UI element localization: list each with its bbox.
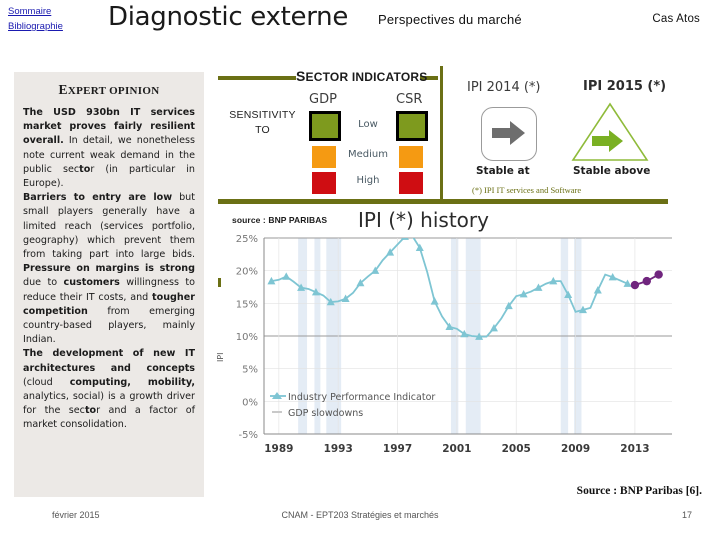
sector-divider-vertical bbox=[440, 66, 443, 200]
svg-text:2005: 2005 bbox=[502, 443, 531, 455]
svg-text:GDP slowdowns: GDP slowdowns bbox=[288, 408, 363, 419]
svg-text:10%: 10% bbox=[236, 332, 258, 343]
expert-opinion-body: The USD 930bn IT services market proves … bbox=[23, 106, 195, 433]
indicator-column-header-gdp: GDP bbox=[309, 92, 337, 107]
svg-text:1989: 1989 bbox=[264, 443, 293, 455]
gdp-swatch-low[interactable] bbox=[309, 111, 341, 141]
sensitivity-label-line1: SENSITIVITY bbox=[229, 109, 296, 121]
expert-opinion-panel: EXPERT OPINION The USD 930bn IT services… bbox=[14, 72, 204, 497]
expert-opinion-paragraph: Barriers to entry are low but small play… bbox=[23, 192, 195, 346]
sector-heading-initial: S bbox=[296, 68, 306, 84]
csr-swatch-medium[interactable] bbox=[399, 146, 423, 168]
svg-text:15%: 15% bbox=[236, 299, 258, 310]
ipi-footnote: (*) IPI IT services and Software bbox=[472, 185, 582, 195]
svg-text:-5%: -5% bbox=[239, 430, 258, 441]
svg-text:1997: 1997 bbox=[383, 443, 412, 455]
arrow-right-gray-icon bbox=[492, 121, 525, 145]
nav-link-sommaire[interactable]: Sommaire bbox=[8, 4, 98, 19]
expert-opinion-paragraph: The USD 930bn IT services market proves … bbox=[23, 107, 196, 190]
sensitivity-label-line2: TO bbox=[255, 124, 270, 136]
chart-source-label: source : BNP PARIBAS bbox=[232, 215, 328, 225]
svg-text:2009: 2009 bbox=[561, 443, 590, 455]
svg-text:25%: 25% bbox=[236, 234, 258, 245]
chart-title: IPI (*) history bbox=[358, 208, 489, 232]
svg-text:0%: 0% bbox=[242, 397, 258, 408]
ipi-2014-title: IPI 2014 (*) bbox=[467, 80, 541, 95]
arrow-right-green-icon bbox=[592, 130, 623, 152]
nav-link-bibliographie[interactable]: Bibliographie bbox=[8, 19, 98, 34]
ipi-2015-title: IPI 2015 (*) bbox=[583, 79, 667, 94]
svg-text:2013: 2013 bbox=[620, 443, 649, 455]
level-label-high: High bbox=[356, 175, 380, 186]
gdp-swatch-medium[interactable] bbox=[312, 146, 336, 168]
indicator-column-header-csr: CSR bbox=[396, 92, 423, 107]
svg-text:5%: 5% bbox=[242, 365, 258, 376]
ipi-2015-caption: Stable above bbox=[573, 165, 651, 177]
page-subtitle: Perspectives du marché bbox=[378, 12, 522, 27]
svg-text:2001: 2001 bbox=[442, 443, 471, 455]
slide-root: Sommaire Bibliographie Diagnostic extern… bbox=[0, 0, 720, 540]
expert-opinion-heading-initial: E bbox=[58, 82, 68, 97]
svg-text:1993: 1993 bbox=[324, 443, 353, 455]
source-note: Source : BNP Paribas [6]. bbox=[576, 485, 702, 497]
svg-text:Industry Performance Indicator: Industry Performance Indicator bbox=[288, 392, 435, 403]
sector-rule-left bbox=[218, 76, 296, 80]
svg-text:20%: 20% bbox=[236, 267, 258, 278]
csr-swatch-high[interactable] bbox=[399, 172, 423, 194]
chart-canvas: -5% 0% 5% 10% 15% 20% 25% 1989 1993 1997 2001 2005 2… bbox=[236, 234, 672, 455]
footer-page-number: 17 bbox=[681, 510, 692, 520]
ipi-history-chart: source : BNP PARIBAS IPI (*) history IPI… bbox=[216, 208, 688, 482]
page-title: Diagnostic externe bbox=[108, 2, 349, 32]
sensitivity-label: SENSITIVITY TO bbox=[220, 108, 305, 138]
level-label-low: Low bbox=[358, 119, 378, 130]
level-label-medium: Medium bbox=[348, 149, 388, 160]
footer-center-text: CNAM - EPT203 Stratégies et marchés bbox=[281, 510, 439, 520]
header-nav: Sommaire Bibliographie bbox=[8, 4, 98, 34]
sector-rule-bottom bbox=[218, 199, 668, 204]
expert-opinion-heading-rest: XPERT OPINION bbox=[67, 85, 160, 97]
gdp-swatch-high[interactable] bbox=[312, 172, 336, 194]
expert-opinion-paragraph: The development of new IT architectures … bbox=[23, 348, 195, 431]
ipi-2014-caption: Stable at bbox=[476, 165, 530, 177]
expert-opinion-heading: EXPERT OPINION bbox=[23, 82, 195, 98]
sector-heading-rest: ECTOR INDICATORS bbox=[305, 70, 428, 84]
csr-swatch-low[interactable] bbox=[396, 111, 428, 141]
case-label: Cas Atos bbox=[652, 13, 700, 25]
sector-indicators-heading: SECTOR INDICATORS bbox=[296, 68, 427, 84]
